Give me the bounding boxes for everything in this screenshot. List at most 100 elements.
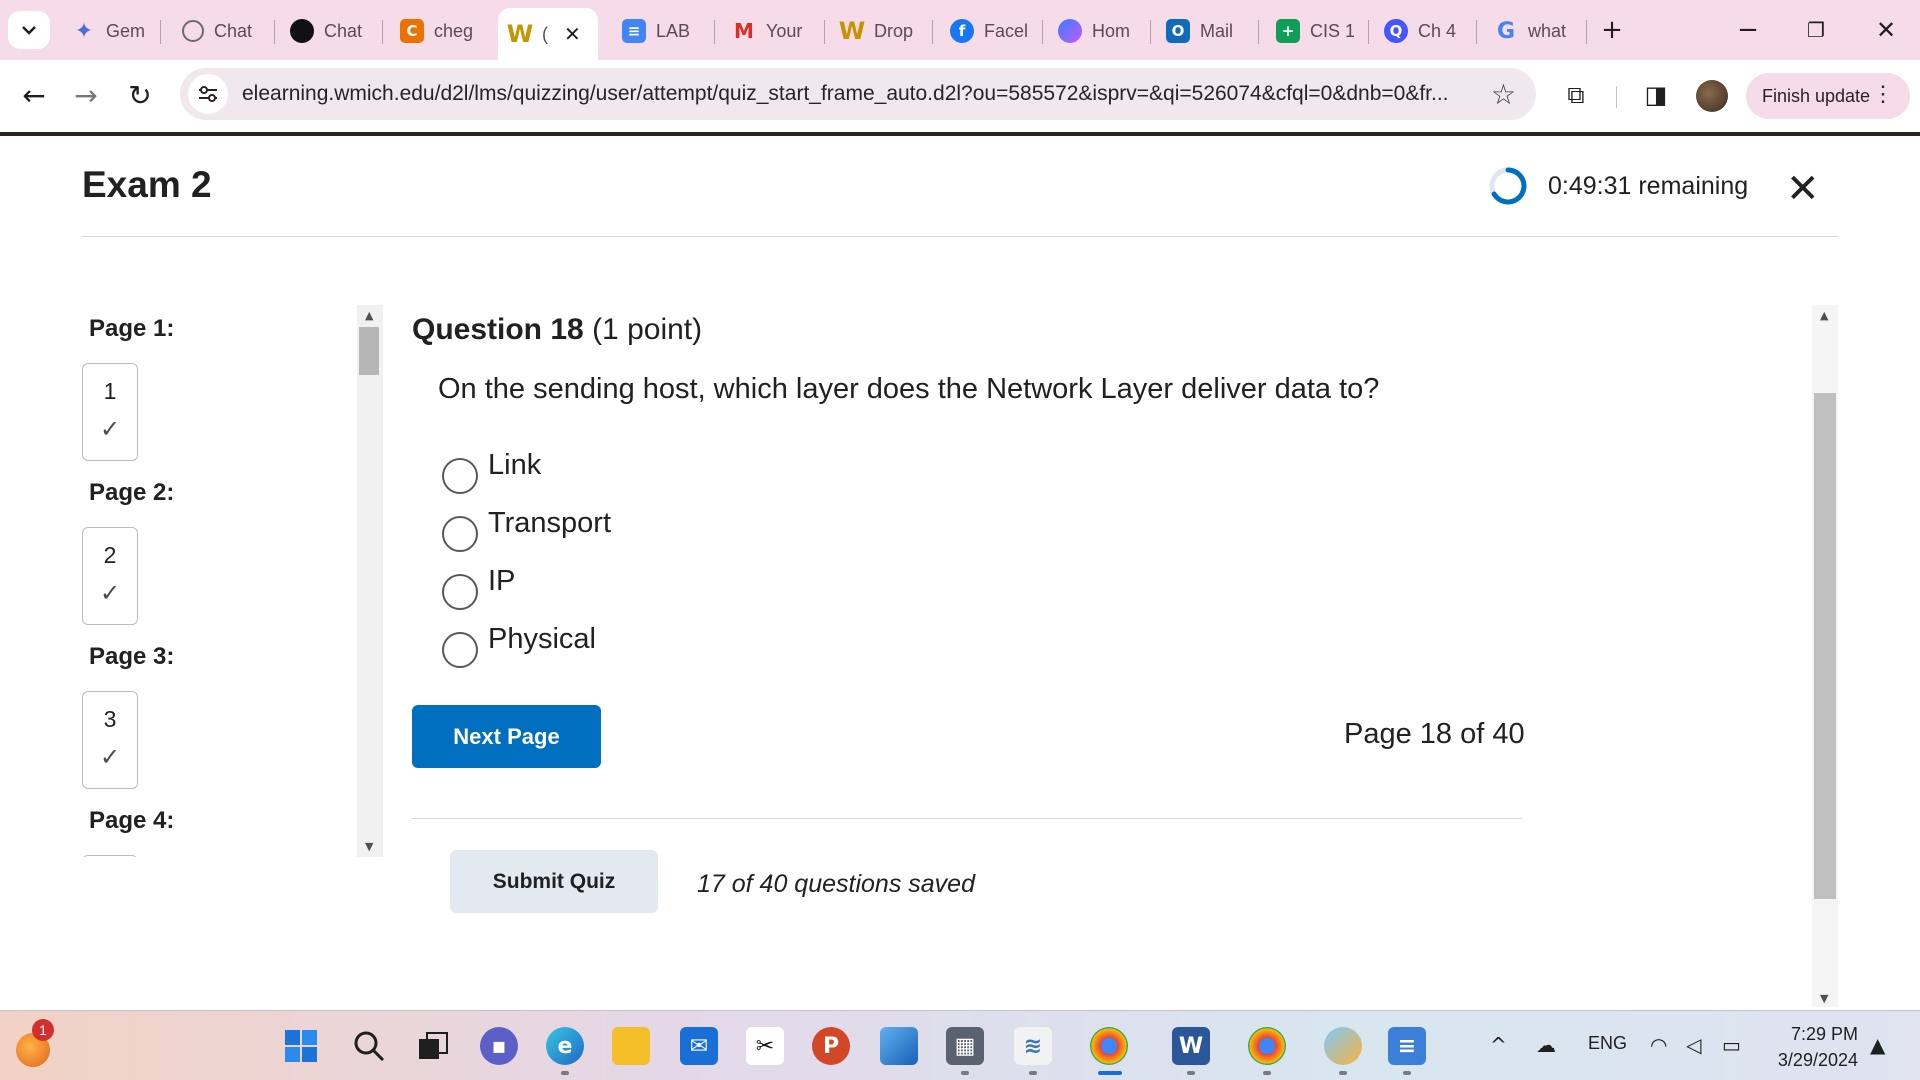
nav-page-heading: Page 2: bbox=[89, 479, 175, 506]
task-view-icon[interactable] bbox=[414, 1027, 452, 1065]
tab-chatgpt[interactable]: Chat bbox=[172, 10, 272, 52]
question-navigation-panel: Page 1: 1 ✓ Page 2: 2 ✓ Page 3: 3 ✓ Page… bbox=[82, 305, 382, 857]
question-text: On the sending host, which layer does th… bbox=[438, 373, 1380, 405]
scroll-down-arrow-icon[interactable]: ▼ bbox=[1820, 992, 1828, 1005]
tab-google-search[interactable]: G what bbox=[1484, 10, 1584, 52]
scroll-up-arrow-icon[interactable]: ▲ bbox=[365, 309, 373, 322]
minimize-icon[interactable]: − bbox=[1724, 10, 1772, 50]
tab-docs[interactable]: ≡ LAB bbox=[612, 10, 712, 52]
docs-icon: ≡ bbox=[622, 19, 646, 43]
windows-start-icon[interactable] bbox=[282, 1027, 320, 1065]
nav-question-4[interactable] bbox=[82, 855, 138, 857]
tab-gemini[interactable]: ✦ Gem bbox=[62, 10, 158, 52]
show-hidden-icons-chevron[interactable]: ^ bbox=[1490, 1033, 1507, 1057]
tab-copilot[interactable]: Hom bbox=[1048, 10, 1148, 52]
answer-option-link[interactable]: Link bbox=[442, 446, 541, 494]
tab-dropbox-wmich[interactable]: W Drop bbox=[830, 10, 930, 52]
running-indicator bbox=[1403, 1071, 1411, 1075]
answer-option-transport[interactable]: Transport bbox=[442, 504, 611, 552]
close-tab-icon[interactable]: ✕ bbox=[564, 22, 581, 46]
chrome-icon[interactable] bbox=[1248, 1027, 1286, 1065]
paint-icon[interactable] bbox=[1324, 1027, 1362, 1065]
toolbar-divider bbox=[1616, 86, 1617, 108]
tab-separator bbox=[932, 20, 933, 44]
tab-facebook[interactable]: f Facel bbox=[940, 10, 1040, 52]
answer-label: Transport bbox=[488, 506, 612, 539]
powerpoint-icon[interactable]: P bbox=[812, 1027, 850, 1065]
nav-question-2[interactable]: 2 ✓ bbox=[82, 527, 138, 625]
tab-sheets[interactable]: + CIS 1 bbox=[1266, 10, 1366, 52]
close-window-icon[interactable]: ✕ bbox=[1862, 10, 1910, 50]
page-scrollbar[interactable]: ▲ ▼ bbox=[1812, 305, 1838, 1007]
radio-button[interactable] bbox=[442, 458, 478, 494]
python-idle-icon[interactable]: ≋ bbox=[1014, 1027, 1052, 1065]
exam-title: Exam 2 bbox=[82, 164, 212, 205]
tab-separator bbox=[1042, 20, 1043, 44]
answered-check-icon: ✓ bbox=[99, 579, 121, 607]
nav-page-heading: Page 1: bbox=[89, 315, 175, 342]
site-info-icon[interactable] bbox=[188, 74, 228, 114]
running-indicator bbox=[961, 1071, 969, 1075]
notepad-icon[interactable]: ≡ bbox=[1388, 1027, 1426, 1065]
notification-bell-icon[interactable]: ▲ bbox=[1870, 1033, 1885, 1057]
tab-separator bbox=[160, 20, 161, 44]
page-status: Page 18 of 40 bbox=[1344, 718, 1525, 750]
word-icon[interactable]: W bbox=[1172, 1027, 1210, 1065]
answer-option-ip[interactable]: IP bbox=[442, 562, 515, 610]
file-explorer-icon[interactable] bbox=[612, 1027, 650, 1065]
volume-icon[interactable]: ◁ bbox=[1686, 1033, 1701, 1057]
address-bar[interactable]: elearning.wmich.edu/d2l/lms/quizzing/use… bbox=[180, 68, 1536, 120]
language-indicator[interactable]: ENG bbox=[1588, 1033, 1627, 1054]
forward-arrow-icon[interactable]: → bbox=[64, 73, 108, 117]
calculator-icon[interactable]: ▦ bbox=[946, 1027, 984, 1065]
running-indicator bbox=[1339, 1071, 1347, 1075]
extensions-icon[interactable]: ⧉ bbox=[1554, 73, 1598, 117]
nav-page-heading: Page 3: bbox=[89, 643, 175, 670]
system-clock[interactable]: 7:29 PM 3/29/2024 bbox=[1758, 1021, 1858, 1073]
finish-update-button[interactable]: Finish update ⋮ bbox=[1746, 73, 1910, 119]
tab-outlook[interactable]: O Mail bbox=[1156, 10, 1256, 52]
google-icon: G bbox=[1496, 18, 1516, 44]
tab-chat-ai[interactable]: Chat bbox=[280, 10, 380, 52]
next-page-button[interactable]: Next Page bbox=[412, 705, 601, 768]
tab-quizlet[interactable]: Q Ch 4 bbox=[1374, 10, 1474, 52]
scroll-down-arrow-icon[interactable]: ▼ bbox=[365, 840, 373, 853]
answer-option-physical[interactable]: Physical bbox=[442, 620, 596, 668]
chrome-profile-icon[interactable] bbox=[1090, 1027, 1128, 1065]
reload-icon[interactable]: ↻ bbox=[118, 73, 162, 117]
new-tab-plus-icon[interactable]: + bbox=[1588, 10, 1636, 50]
nav-question-1[interactable]: 1 ✓ bbox=[82, 363, 138, 461]
side-panel-icon[interactable]: ◨ bbox=[1634, 73, 1678, 117]
tab-chegg[interactable]: C cheg bbox=[390, 10, 490, 52]
battery-icon[interactable]: ▭ bbox=[1722, 1033, 1741, 1057]
browser-tab-strip: ✦ Gem Chat Chat C cheg W ( ✕ ≡ LAB M You… bbox=[0, 0, 1920, 60]
page-scroll-thumb[interactable] bbox=[1814, 393, 1836, 899]
teams-chat-icon[interactable]: ▪ bbox=[480, 1027, 518, 1065]
azure-data-studio-icon[interactable] bbox=[880, 1027, 918, 1065]
tab-gmail[interactable]: M Your bbox=[722, 10, 822, 52]
url-text[interactable]: elearning.wmich.edu/d2l/lms/quizzing/use… bbox=[242, 82, 1482, 106]
submit-quiz-button[interactable]: Submit Quiz bbox=[450, 850, 658, 913]
exit-quiz-close-icon[interactable]: ✕ bbox=[1786, 166, 1820, 212]
nav-scrollbar[interactable]: ▲ ▼ bbox=[357, 305, 383, 857]
radio-button[interactable] bbox=[442, 574, 478, 610]
capcut-icon[interactable]: ✂ bbox=[746, 1027, 784, 1065]
back-arrow-icon[interactable]: ← bbox=[12, 73, 56, 117]
mail-app-icon[interactable]: ✉ bbox=[680, 1027, 718, 1065]
wmich-icon: W bbox=[506, 20, 534, 48]
onedrive-error-icon[interactable]: ☁ bbox=[1536, 1033, 1556, 1057]
search-icon[interactable] bbox=[350, 1027, 388, 1065]
restore-icon[interactable]: ❐ bbox=[1792, 10, 1840, 50]
tab-wmich-active[interactable]: W ( ✕ bbox=[498, 8, 598, 60]
scroll-up-arrow-icon[interactable]: ▲ bbox=[1820, 309, 1828, 322]
tab-search-button[interactable] bbox=[8, 11, 50, 49]
wifi-icon[interactable]: ◠ bbox=[1650, 1033, 1667, 1057]
answer-label: IP bbox=[488, 564, 516, 597]
nav-scroll-thumb[interactable] bbox=[359, 327, 379, 375]
nav-question-3[interactable]: 3 ✓ bbox=[82, 691, 138, 789]
profile-avatar[interactable] bbox=[1696, 80, 1728, 112]
edge-browser-icon[interactable]: e bbox=[546, 1027, 584, 1065]
bookmark-star-icon[interactable]: ☆ bbox=[1491, 78, 1516, 111]
radio-button[interactable] bbox=[442, 516, 478, 552]
radio-button[interactable] bbox=[442, 632, 478, 668]
